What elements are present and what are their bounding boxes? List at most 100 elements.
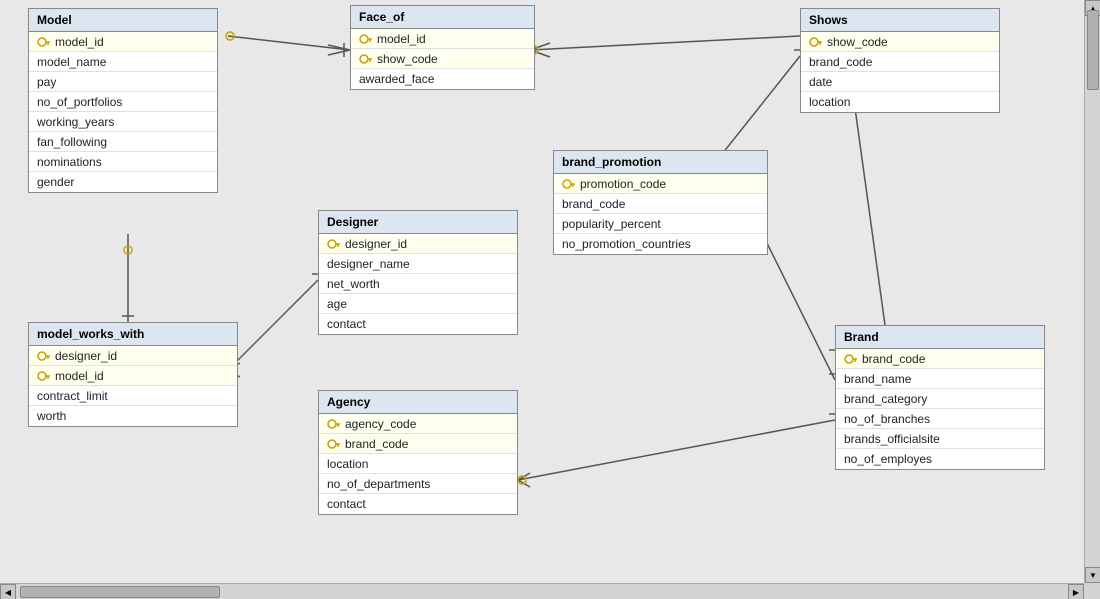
entity-model-works-with: model_works_with designer_id model_id co… [28, 322, 238, 427]
pk-icon [327, 417, 341, 431]
pk-icon [37, 369, 51, 383]
field-name: no_of_portfolios [37, 95, 122, 109]
entity-agency-body: agency_code brand_code location no_of_de… [319, 414, 517, 514]
table-row: no_of_branches [836, 409, 1044, 429]
scroll-right-arrow[interactable]: ▶ [1068, 584, 1084, 599]
field-name: brand_code [862, 352, 925, 366]
table-row: no_of_employes [836, 449, 1044, 469]
field-name: nominations [37, 155, 102, 169]
field-name: pay [37, 75, 56, 89]
table-row: location [319, 454, 517, 474]
table-row: show_code [801, 32, 999, 52]
field-name: show_code [827, 35, 888, 49]
entity-model-works-with-body: designer_id model_id contract_limit wort… [29, 346, 237, 426]
field-name: net_worth [327, 277, 380, 291]
entity-brand-promotion-header: brand_promotion [554, 151, 767, 174]
pk-icon [37, 35, 51, 49]
scroll-down-arrow[interactable]: ▼ [1085, 567, 1100, 583]
table-row: brand_category [836, 389, 1044, 409]
table-row: contact [319, 314, 517, 334]
entity-agency: Agency agency_code brand_code location n… [318, 390, 518, 515]
table-row: no_promotion_countries [554, 234, 767, 254]
pk-icon [844, 352, 858, 366]
pk-icon [327, 237, 341, 251]
table-row: model_id [351, 29, 534, 49]
entity-model-works-with-header: model_works_with [29, 323, 237, 346]
table-row: contract_limit [29, 386, 237, 406]
table-row: worth [29, 406, 237, 426]
table-row: model_name [29, 52, 217, 72]
scroll-thumb-v[interactable] [1087, 10, 1099, 90]
erd-canvas: Model model_id model_name pay no_of_port… [0, 0, 1100, 599]
field-name: age [327, 297, 347, 311]
entity-face-of: Face_of model_id show_code awarded_face [350, 5, 535, 90]
field-name: worth [37, 409, 66, 423]
table-row: brand_code [554, 194, 767, 214]
table-row: nominations [29, 152, 217, 172]
pk-icon [327, 437, 341, 451]
entity-brand: Brand brand_code brand_name brand_catego… [835, 325, 1045, 470]
field-name: gender [37, 175, 74, 189]
table-row: brands_officialsite [836, 429, 1044, 449]
table-row: working_years [29, 112, 217, 132]
field-name: brand_code [345, 437, 408, 451]
entity-face-of-title: Face_of [359, 10, 404, 24]
field-name: contact [327, 497, 366, 511]
table-row: no_of_portfolios [29, 92, 217, 112]
horizontal-scrollbar[interactable]: ◀ ▶ [0, 583, 1084, 599]
table-row: net_worth [319, 274, 517, 294]
table-row: brand_code [836, 349, 1044, 369]
field-name: designer_name [327, 257, 410, 271]
entity-shows-header: Shows [801, 9, 999, 32]
table-row: brand_code [319, 434, 517, 454]
vertical-scrollbar[interactable]: ▲ ▼ [1084, 0, 1100, 583]
table-row: location [801, 92, 999, 112]
field-name: designer_id [345, 237, 407, 251]
table-row: pay [29, 72, 217, 92]
entity-model-works-with-title: model_works_with [37, 327, 144, 341]
table-row: popularity_percent [554, 214, 767, 234]
table-row: awarded_face [351, 69, 534, 89]
pk-icon [359, 52, 373, 66]
table-row: brand_code [801, 52, 999, 72]
table-row: designer_id [319, 234, 517, 254]
entity-brand-body: brand_code brand_name brand_category no_… [836, 349, 1044, 469]
scroll-thumb-h[interactable] [20, 586, 220, 598]
table-row: date [801, 72, 999, 92]
entity-brand-promotion-title: brand_promotion [562, 155, 661, 169]
entity-agency-header: Agency [319, 391, 517, 414]
field-name: date [809, 75, 832, 89]
entity-model-header: Model [29, 9, 217, 32]
pk-icon [809, 35, 823, 49]
field-name: contact [327, 317, 366, 331]
field-name: location [809, 95, 850, 109]
entity-face-of-body: model_id show_code awarded_face [351, 29, 534, 89]
entity-designer-body: designer_id designer_name net_worth age … [319, 234, 517, 334]
pk-icon [562, 177, 576, 191]
table-row: no_of_departments [319, 474, 517, 494]
field-name: location [327, 457, 368, 471]
table-row: brand_name [836, 369, 1044, 389]
field-name: model_id [377, 32, 426, 46]
field-name: show_code [377, 52, 438, 66]
table-row: model_id [29, 32, 217, 52]
table-row: model_id [29, 366, 237, 386]
field-name: designer_id [55, 349, 117, 363]
entity-designer: Designer designer_id designer_name net_w… [318, 210, 518, 335]
table-row: promotion_code [554, 174, 767, 194]
field-name: awarded_face [359, 72, 434, 86]
table-row: designer_name [319, 254, 517, 274]
field-name: promotion_code [580, 177, 666, 191]
entity-agency-title: Agency [327, 395, 370, 409]
scroll-left-arrow[interactable]: ◀ [0, 584, 16, 599]
table-row: age [319, 294, 517, 314]
field-name: model_id [55, 369, 104, 383]
field-name: no_of_employes [844, 452, 932, 466]
entity-model: Model model_id model_name pay no_of_port… [28, 8, 218, 193]
pk-icon [37, 349, 51, 363]
entity-shows: Shows show_code brand_code date location [800, 8, 1000, 113]
field-name: no_promotion_countries [562, 237, 691, 251]
pk-icon [359, 32, 373, 46]
entity-brand-header: Brand [836, 326, 1044, 349]
table-row: designer_id [29, 346, 237, 366]
